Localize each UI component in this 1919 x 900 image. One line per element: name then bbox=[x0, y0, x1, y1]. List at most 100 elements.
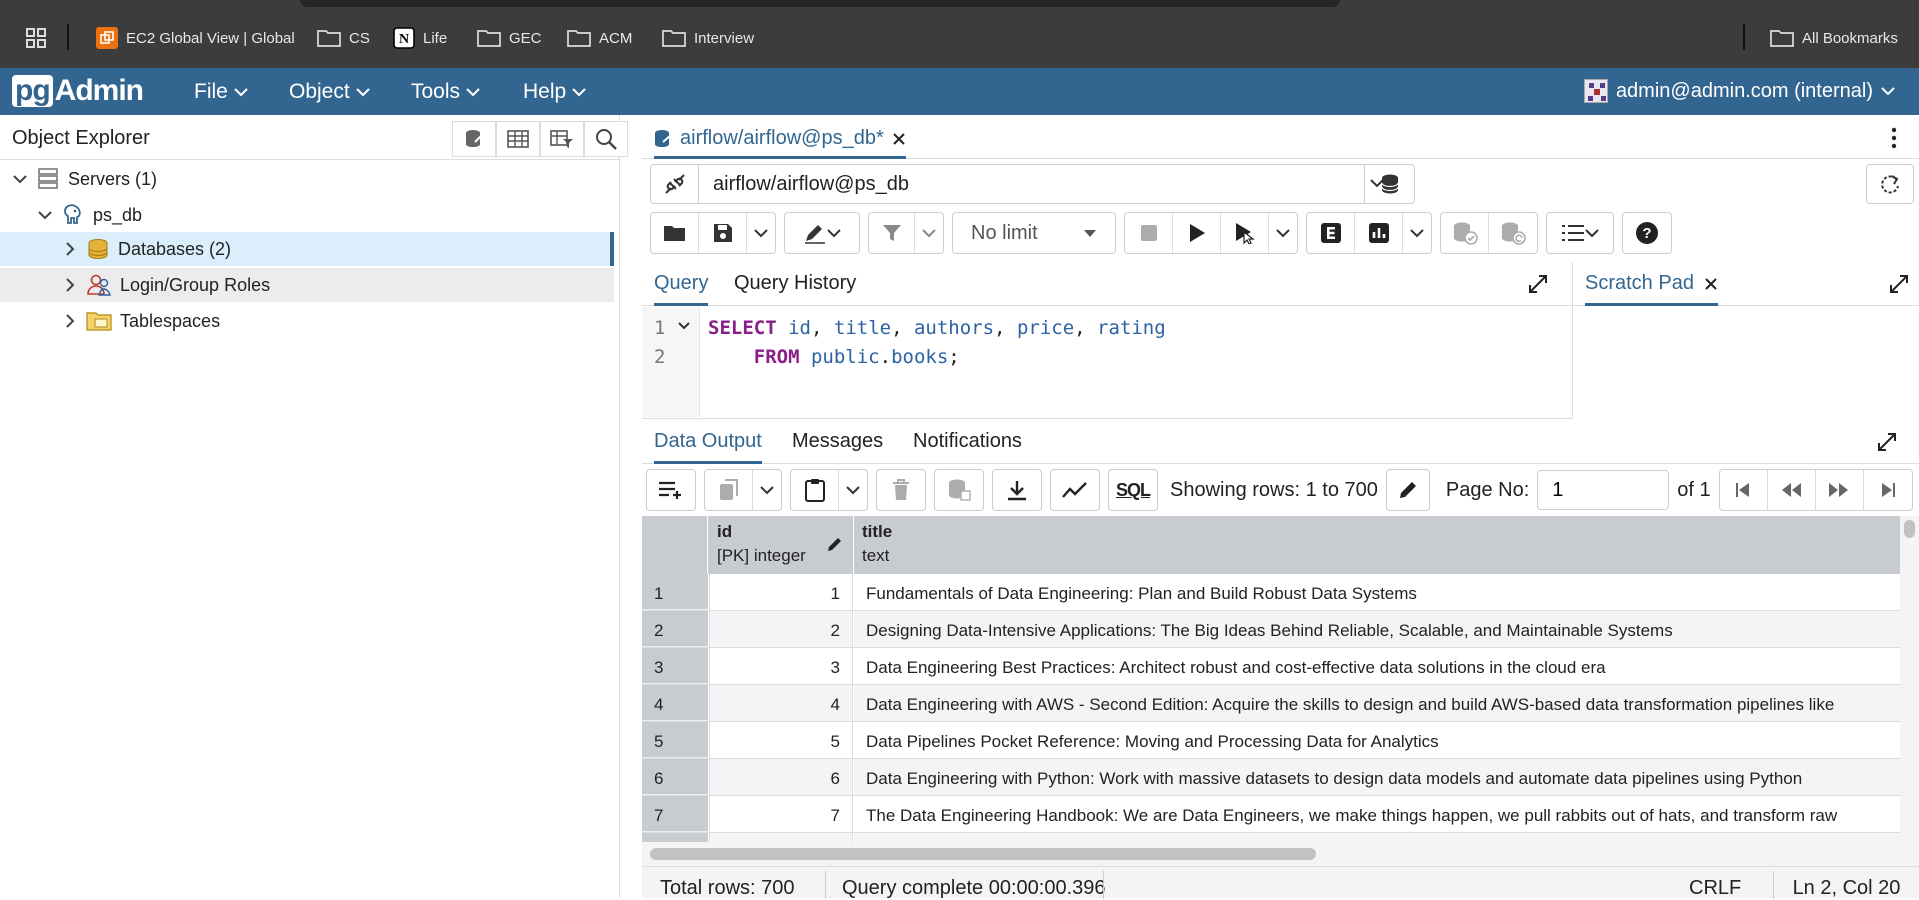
cell-title[interactable]: Designing Data-Intensive Applications: T… bbox=[854, 611, 1902, 647]
previous-page-button[interactable] bbox=[1768, 470, 1816, 510]
page-number-input[interactable] bbox=[1537, 470, 1670, 510]
commit-button[interactable] bbox=[1441, 213, 1489, 253]
last-page-button[interactable] bbox=[1864, 470, 1912, 510]
cell-title[interactable]: Fundamentals of Data Engineering: Plan a… bbox=[854, 574, 1902, 610]
paste-options-button[interactable] bbox=[839, 470, 867, 510]
tab-query-history[interactable]: Query History bbox=[734, 272, 856, 295]
reset-layout-button[interactable] bbox=[1866, 164, 1914, 204]
view-data-button[interactable] bbox=[496, 121, 540, 157]
bookmark-folder-interview[interactable]: Interview bbox=[662, 26, 754, 50]
search-objects-button[interactable] bbox=[584, 121, 628, 157]
close-icon[interactable] bbox=[1704, 277, 1718, 291]
fold-chevron-icon[interactable] bbox=[678, 321, 690, 331]
explain-button[interactable] bbox=[1307, 213, 1355, 253]
cell-title[interactable]: Data Engineering Best Practices: Archite… bbox=[854, 648, 1902, 684]
save-button[interactable] bbox=[699, 213, 747, 253]
stop-button[interactable] bbox=[1125, 213, 1173, 253]
cell-id[interactable]: 6 bbox=[709, 759, 853, 795]
table-row[interactable]: 4 4 Data Engineering with AWS - Second Edi… bbox=[642, 685, 1902, 722]
cell-id[interactable]: 7 bbox=[709, 796, 853, 832]
maximize-icon[interactable] bbox=[1528, 274, 1548, 294]
save-options-button[interactable] bbox=[747, 213, 775, 253]
edit-button[interactable] bbox=[785, 213, 859, 253]
table-row[interactable]: 5 5 Data Pipelines Pocket Reference: Movin… bbox=[642, 722, 1902, 759]
delete-button[interactable] bbox=[877, 470, 925, 510]
more-options-icon[interactable] bbox=[1891, 127, 1897, 149]
connection-selector[interactable]: airflow/airflow@ps_db bbox=[650, 164, 1415, 204]
table-row[interactable]: 2 2 Designing Data-Intensive Applications:… bbox=[642, 611, 1902, 648]
cell-id[interactable]: 4 bbox=[709, 685, 853, 721]
save-data-button[interactable] bbox=[935, 470, 983, 510]
sql-editor[interactable]: 1 2 SELECT id, title, authors, price, ra… bbox=[642, 307, 1572, 419]
bookmark-folder-acm[interactable]: ACM bbox=[567, 26, 632, 50]
help-button[interactable]: ? bbox=[1623, 213, 1671, 253]
column-header-id[interactable]: id [PK] integer bbox=[709, 516, 854, 574]
menu-help[interactable]: Help bbox=[523, 80, 586, 104]
vertical-scrollbar[interactable] bbox=[1900, 516, 1919, 842]
query-tool-button[interactable] bbox=[452, 121, 496, 157]
bookmark-notion-life[interactable]: N Life bbox=[393, 26, 447, 50]
copy-options-button[interactable] bbox=[753, 470, 781, 510]
next-page-button[interactable] bbox=[1816, 470, 1864, 510]
column-header-title[interactable]: title text bbox=[854, 516, 1902, 574]
table-row[interactable]: 7 7 The Data Engineering Handbook: We are … bbox=[642, 796, 1902, 833]
tree-node-server-ps-db[interactable]: ps_db bbox=[37, 198, 142, 232]
rollback-button[interactable] bbox=[1489, 213, 1537, 253]
filter-options-button[interactable] bbox=[915, 213, 943, 253]
bookmark-folder-gec[interactable]: GEC bbox=[477, 26, 542, 50]
close-icon[interactable] bbox=[892, 132, 906, 146]
cell-id[interactable]: 2 bbox=[709, 611, 853, 647]
edit-rows-button[interactable] bbox=[1387, 470, 1429, 510]
row-limit-select[interactable]: No limit bbox=[953, 213, 1115, 253]
maximize-icon[interactable] bbox=[1889, 274, 1909, 294]
first-page-button[interactable] bbox=[1720, 470, 1768, 510]
filter-rows-button[interactable] bbox=[540, 121, 584, 157]
cell-title[interactable]: Data Pipelines Pocket Reference: Moving … bbox=[854, 722, 1902, 758]
tab-notifications[interactable]: Notifications bbox=[913, 430, 1022, 453]
cell-title[interactable]: Data Engineering with AWS - Second Editi… bbox=[854, 685, 1902, 721]
cell-title[interactable]: Data Engineering with Python: Work with … bbox=[854, 759, 1902, 795]
cell-id[interactable]: 5 bbox=[709, 722, 853, 758]
cell-id[interactable]: 1 bbox=[709, 574, 853, 610]
tab-query[interactable]: Query bbox=[654, 272, 709, 306]
view-sql-button[interactable]: SQL bbox=[1109, 470, 1157, 510]
copy-button[interactable] bbox=[705, 470, 753, 510]
macros-button[interactable] bbox=[1547, 213, 1613, 253]
tree-node-login-group-roles[interactable]: Login/Group Roles bbox=[0, 268, 614, 302]
menu-file[interactable]: File bbox=[194, 80, 248, 104]
execute-button[interactable] bbox=[1173, 213, 1221, 253]
menu-object[interactable]: Object bbox=[289, 80, 370, 104]
maximize-icon[interactable] bbox=[1877, 432, 1897, 452]
graph-visualiser-button[interactable] bbox=[1051, 470, 1099, 510]
query-tool-tab[interactable]: airflow/airflow@ps_db* bbox=[654, 123, 906, 159]
tab-scratch-pad[interactable]: Scratch Pad bbox=[1585, 272, 1718, 306]
add-row-button[interactable] bbox=[647, 470, 695, 510]
table-row[interactable]: 3 3 Data Engineering Best Practices: Archi… bbox=[642, 648, 1902, 685]
horizontal-scrollbar[interactable] bbox=[642, 842, 1919, 866]
scrollbar-thumb[interactable] bbox=[650, 848, 1316, 860]
tab-data-output[interactable]: Data Output bbox=[654, 430, 762, 464]
execute-options-button[interactable] bbox=[1221, 213, 1269, 253]
tree-node-databases[interactable]: Databases (2) bbox=[0, 232, 614, 266]
paste-button[interactable] bbox=[791, 470, 839, 510]
bookmark-folder-cs[interactable]: CS bbox=[317, 26, 370, 50]
tab-messages[interactable]: Messages bbox=[792, 430, 883, 453]
bookmark-ec2-global-view[interactable]: EC2 Global View | Global bbox=[96, 26, 295, 50]
menu-tools[interactable]: Tools bbox=[411, 80, 480, 104]
apps-grid-icon[interactable] bbox=[26, 26, 46, 50]
download-button[interactable] bbox=[993, 470, 1041, 510]
cell-id[interactable]: 3 bbox=[709, 648, 853, 684]
user-menu[interactable]: admin@admin.com (internal) bbox=[1583, 79, 1895, 103]
filter-button[interactable] bbox=[869, 213, 915, 253]
scrollbar-thumb[interactable] bbox=[1904, 520, 1915, 538]
table-row[interactable]: 6 6 Data Engineering with Python: Work wit… bbox=[642, 759, 1902, 796]
all-bookmarks-button[interactable]: All Bookmarks bbox=[1770, 26, 1898, 50]
tree-node-tablespaces[interactable]: Tablespaces bbox=[62, 304, 220, 338]
tree-node-servers[interactable]: Servers (1) bbox=[12, 162, 157, 196]
explain-analyze-button[interactable] bbox=[1355, 213, 1403, 253]
cell-title[interactable]: The Data Engineering Handbook: We are Da… bbox=[854, 796, 1902, 832]
table-row[interactable]: 1 1 Fundamentals of Data Engineering: Plan… bbox=[642, 574, 1902, 611]
explain-options-button[interactable] bbox=[1403, 213, 1431, 253]
execute-dropdown-button[interactable] bbox=[1269, 213, 1297, 253]
open-file-button[interactable] bbox=[651, 213, 699, 253]
